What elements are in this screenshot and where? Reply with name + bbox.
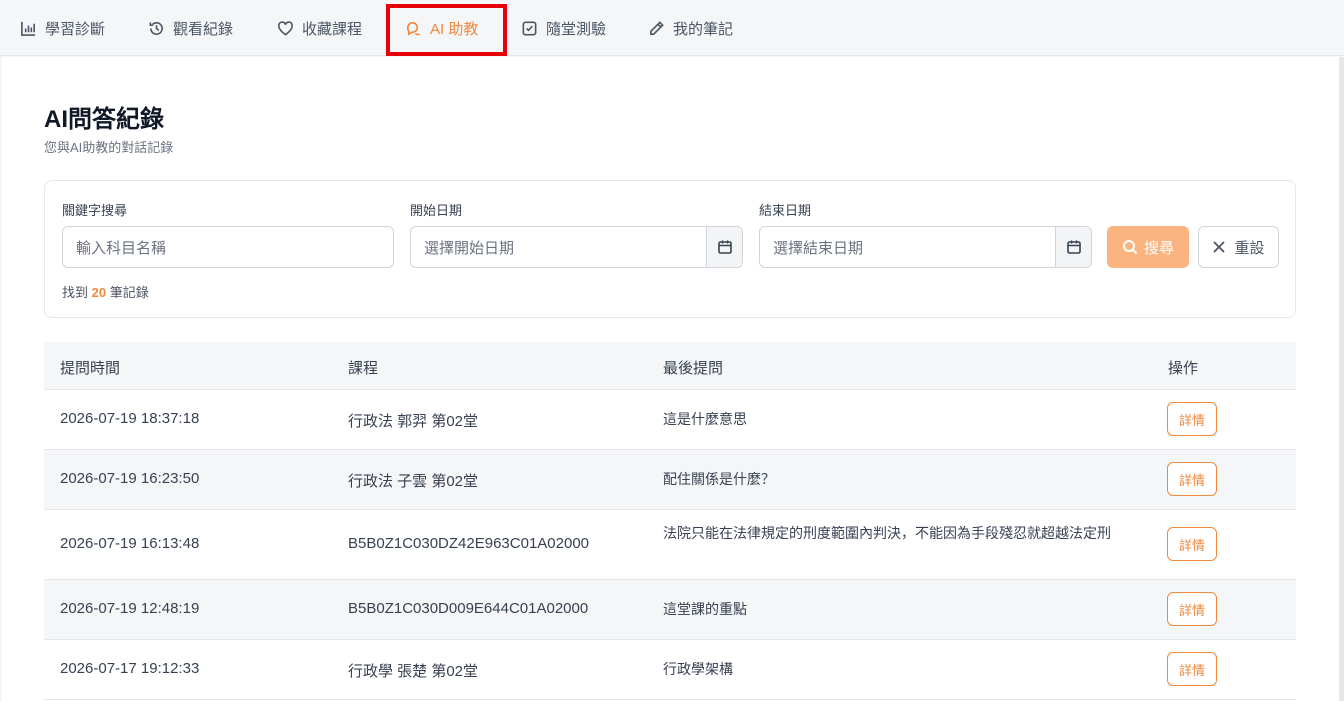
search-button-label: 搜尋 bbox=[1143, 239, 1174, 257]
start-date-input[interactable]: 選擇開始日期 bbox=[410, 226, 743, 268]
cell-course: 行政法 子雲 第02堂 bbox=[348, 473, 479, 490]
tab-my-notes[interactable]: 我的筆記 bbox=[648, 0, 733, 56]
end-date-placeholder: 選擇結束日期 bbox=[773, 239, 864, 257]
tab-quiz[interactable]: 隨堂測驗 bbox=[521, 0, 606, 56]
cell-time: 2026-07-19 16:23:50 bbox=[60, 470, 200, 487]
heart-icon bbox=[278, 20, 293, 36]
keyword-search-input[interactable]: 輸入科目名稱 bbox=[62, 226, 394, 268]
table-header: 提問時間 課程 最後提問 操作 bbox=[44, 342, 1296, 390]
tab-label: 學習診斷 bbox=[45, 20, 106, 38]
result-count: 找到 20 筆記錄 bbox=[62, 282, 149, 301]
cell-question: 法院只能在法律規定的刑度範圍內判決，不能因為手段殘忍就超越法定刑 bbox=[663, 525, 1111, 541]
records-table: 提問時間 課程 最後提問 操作 2026-07-19 18:37:18 行政法 … bbox=[44, 342, 1296, 700]
cell-course: 行政學 張楚 第02堂 bbox=[348, 663, 479, 680]
reset-button[interactable]: 重設 bbox=[1198, 226, 1279, 268]
scrollbar[interactable] bbox=[1339, 57, 1344, 701]
cell-time: 2026-07-19 16:13:48 bbox=[60, 535, 200, 552]
table-row: 2026-07-19 16:13:48 B5B0Z1C030DZ42E963C0… bbox=[44, 510, 1296, 580]
end-date-calendar-button[interactable] bbox=[1055, 227, 1091, 267]
result-prefix: 找到 bbox=[62, 285, 89, 300]
table-row: 2026-07-17 19:12:33 行政學 張楚 第02堂 行政學架構 詳情 bbox=[44, 640, 1296, 700]
tab-watch-history[interactable]: 觀看紀錄 bbox=[148, 0, 233, 56]
cell-time: 2026-07-19 18:37:18 bbox=[60, 410, 200, 427]
tab-favorite-courses[interactable]: 收藏課程 bbox=[277, 0, 362, 56]
checkbox-icon bbox=[522, 21, 537, 35]
cell-question: 配住關係是什麼？ bbox=[663, 471, 775, 487]
end-date-input[interactable]: 選擇結束日期 bbox=[759, 226, 1092, 268]
reset-button-label: 重設 bbox=[1234, 239, 1265, 257]
result-suffix: 筆記錄 bbox=[109, 285, 149, 300]
cell-course: B5B0Z1C030DZ42E963C01A02000 bbox=[348, 535, 590, 552]
start-date-placeholder: 選擇開始日期 bbox=[424, 239, 515, 257]
close-icon bbox=[1213, 241, 1226, 253]
main-content: AI問答紀錄 您與AI助教的對話記錄 關鍵字搜尋 開始日期 結束日期 輸入科目名… bbox=[2, 57, 1339, 701]
header-time: 提問時間 bbox=[60, 360, 121, 377]
tab-label: 我的筆記 bbox=[673, 20, 734, 38]
tab-label: 收藏課程 bbox=[302, 20, 363, 38]
cell-course: 行政法 郭羿 第02堂 bbox=[348, 413, 479, 430]
bar-chart-icon bbox=[21, 21, 36, 36]
history-icon bbox=[149, 21, 163, 35]
start-date-label: 開始日期 bbox=[410, 203, 463, 218]
keyword-label: 關鍵字搜尋 bbox=[62, 203, 128, 218]
search-icon bbox=[1122, 240, 1138, 255]
tab-bar: 學習診斷 觀看紀錄 收藏課程 AI 助教 隨堂測驗 我的筆記 bbox=[0, 0, 1344, 56]
highlight-annotation-box bbox=[386, 4, 507, 56]
header-course: 課程 bbox=[348, 360, 379, 377]
keyword-placeholder: 輸入科目名稱 bbox=[76, 239, 167, 257]
table-row: 2026-07-19 16:23:50 行政法 子雲 第02堂 配住關係是什麼？… bbox=[44, 450, 1296, 510]
header-actions: 操作 bbox=[1168, 360, 1199, 377]
cell-time: 2026-07-17 19:12:33 bbox=[60, 660, 200, 677]
calendar-icon bbox=[1066, 240, 1081, 254]
filter-panel: 關鍵字搜尋 開始日期 結束日期 輸入科目名稱 選擇開始日期 選擇結束日期 搜尋 … bbox=[44, 180, 1296, 318]
detail-button[interactable]: 詳情 bbox=[1167, 402, 1217, 436]
cell-question: 行政學架構 bbox=[663, 661, 733, 677]
detail-button[interactable]: 詳情 bbox=[1167, 527, 1217, 561]
cell-question: 這是什麼意思 bbox=[663, 411, 747, 427]
start-date-calendar-button[interactable] bbox=[706, 227, 742, 267]
cell-course: B5B0Z1C030D009E644C01A02000 bbox=[348, 600, 589, 617]
detail-button[interactable]: 詳情 bbox=[1167, 462, 1217, 496]
page-title: AI問答紀錄 bbox=[44, 106, 164, 133]
result-count-number: 20 bbox=[91, 285, 107, 300]
tab-label: 觀看紀錄 bbox=[173, 20, 234, 38]
pencil-icon bbox=[650, 20, 664, 35]
cell-question: 這堂課的重點 bbox=[663, 601, 747, 617]
page-subtitle: 您與AI助教的對話記錄 bbox=[44, 140, 174, 155]
header-last-question: 最後提問 bbox=[663, 360, 724, 377]
table-row: 2026-07-19 12:48:19 B5B0Z1C030D009E644C0… bbox=[44, 580, 1296, 640]
search-button[interactable]: 搜尋 bbox=[1107, 226, 1189, 268]
table-row: 2026-07-19 18:37:18 行政法 郭羿 第02堂 這是什麼意思 詳… bbox=[44, 390, 1296, 450]
end-date-label: 結束日期 bbox=[759, 203, 812, 218]
tab-learning-diagnosis[interactable]: 學習診斷 bbox=[20, 0, 105, 56]
detail-button[interactable]: 詳情 bbox=[1167, 592, 1217, 626]
calendar-icon bbox=[717, 240, 732, 254]
detail-button[interactable]: 詳情 bbox=[1167, 652, 1217, 686]
cell-time: 2026-07-19 12:48:19 bbox=[60, 600, 200, 617]
tab-label: 隨堂測驗 bbox=[546, 20, 607, 38]
